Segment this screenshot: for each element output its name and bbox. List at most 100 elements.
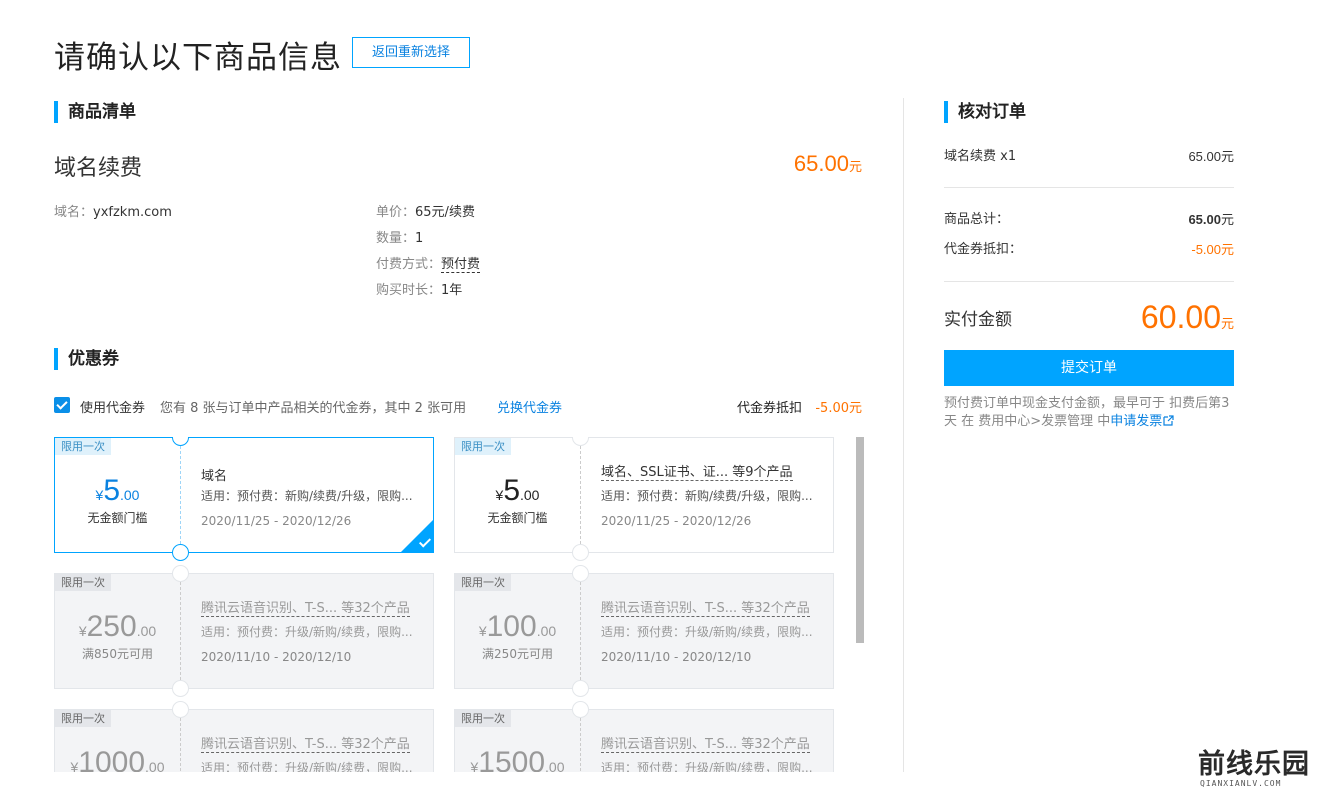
detail-value: 1年 (441, 283, 463, 298)
coupon-amount-int: 100 (486, 610, 537, 643)
coupon-amount: ¥1000.00 (55, 746, 180, 772)
coupon-tag: 限用一次 (55, 710, 111, 727)
coupon-heading: 优惠券 (54, 348, 119, 370)
detail-quantity: 数量：1 (376, 231, 423, 247)
coupon-card[interactable]: 限用一次 ¥1000.00 腾讯云语音识别、T-S... 等32个产品 适用：预… (54, 701, 434, 772)
coupon-threshold: 无金额门槛 (87, 511, 148, 525)
coupon-divider (580, 582, 581, 680)
coupon-threshold: 满250元可用 (482, 647, 553, 661)
coupon-notch (572, 565, 589, 582)
coupon-amount-int: 1000 (78, 746, 146, 772)
coupon-tag: 限用一次 (455, 574, 511, 591)
coupon-amount-dec: .00 (520, 487, 540, 503)
column-divider (903, 98, 904, 772)
product-price-value: 65.00 (793, 151, 849, 176)
summary-item-row: 域名续费 x1 65.00元 (944, 149, 1234, 165)
summary-total-unit: 元 (1220, 212, 1234, 227)
coupon-deduct-label: 代金券抵扣 (736, 401, 802, 416)
exchange-coupon-link[interactable]: 兑换代金券 (497, 397, 562, 416)
coupon-list: 限用一次 ¥5.00 无金额门槛 域名 适用：预付费：新购/续费/升级，限购..… (54, 437, 854, 772)
detail-unit-price: 单价：65元/续费 (376, 205, 475, 221)
coupon-amount-dec: .00 (136, 623, 157, 639)
coupon-scope: 适用：预付费：新购/续费/升级，限购... (601, 489, 813, 503)
coupon-card[interactable]: 限用一次 ¥100.00 满250元可用 腾讯云语音识别、T-S... 等32个… (454, 565, 834, 697)
watermark-text: 前线乐园 (1198, 749, 1310, 780)
summary-total-row: 商品总计： 65.00元 (944, 212, 1234, 228)
coupon-amount-dec: .00 (120, 487, 140, 503)
coupon-notch (572, 701, 589, 718)
coupon-divider (580, 718, 581, 772)
coupon-divider (180, 446, 181, 544)
coupon-date: 2020/11/10 - 2020/12/10 (201, 650, 352, 664)
coupon-yen: ¥ (478, 623, 487, 639)
coupon-scope: 适用：预付费：升级/新购/续费，限购... (601, 625, 813, 639)
coupon-notch (572, 544, 589, 561)
use-coupon-checkbox[interactable] (54, 397, 70, 413)
coupon-date: 2020/11/10 - 2020/12/10 (601, 650, 752, 664)
summary-coupon-label: 代金券抵扣： (944, 242, 1023, 257)
coupon-amount-dec: .00 (545, 759, 565, 772)
coupon-notch (572, 680, 589, 697)
coupon-card[interactable]: 限用一次 ¥1500.00 腾讯云语音识别、T-S... 等32个产品 适用：预… (454, 701, 834, 772)
product-name: 域名续费 (54, 156, 143, 181)
back-reselect-button[interactable]: 返回重新选择 (352, 37, 470, 68)
coupon-divider (180, 718, 181, 772)
detail-duration: 购买时长：1年 (376, 283, 462, 299)
coupon-card[interactable]: 限用一次 ¥5.00 无金额门槛 域名 适用：预付费：新购/续费/升级，限购..… (54, 437, 434, 561)
domain-label: 域名： (54, 205, 94, 220)
coupon-amount: ¥100.00 (455, 610, 580, 644)
coupon-tag: 限用一次 (455, 438, 511, 455)
external-link-icon[interactable] (1163, 415, 1174, 426)
pay-amount-label: 实付金额 (944, 310, 1012, 330)
apply-invoice-link[interactable]: 申请发票 (1110, 414, 1162, 429)
coupon-amount-int: 250 (86, 610, 137, 643)
order-review-heading: 核对订单 (944, 101, 1026, 123)
coupon-notch (172, 565, 189, 582)
summary-divider (944, 187, 1234, 188)
pay-amount-value: 60.00 (1140, 299, 1221, 335)
detail-value: 1 (415, 231, 424, 246)
detail-label: 数量： (376, 231, 416, 246)
coupon-deduct-value: -5.00元 (815, 401, 862, 416)
coupon-product-name[interactable]: 腾讯云语音识别、T-S... 等32个产品 (201, 737, 410, 753)
coupon-date: 2020/11/25 - 2020/12/26 (601, 514, 752, 528)
site-watermark: 前线乐园 QIANXIANLV.COM (1196, 742, 1314, 794)
coupon-notch (172, 544, 189, 561)
summary-item-value: 65.00元 (1188, 149, 1234, 164)
coupon-amount: ¥1500.00 (455, 746, 580, 772)
coupon-amount: ¥5.00 (455, 474, 580, 508)
watermark-sub: QIANXIANLV.COM (1200, 779, 1282, 788)
pay-amount: 60.00元 (1141, 299, 1234, 336)
coupon-info-text: 您有 8 张与订单中产品相关的代金券，其中 2 张可用 (160, 401, 467, 416)
detail-label: 付费方式： (376, 257, 442, 272)
coupon-scope: 适用：预付费：升级/新购/续费，限购... (601, 761, 813, 772)
coupon-product-name[interactable]: 腾讯云语音识别、T-S... 等32个产品 (201, 601, 410, 617)
coupon-divider (580, 446, 581, 544)
use-coupon-label[interactable]: 使用代金券 (80, 397, 145, 416)
coupon-notch (172, 680, 189, 697)
submit-order-button[interactable]: 提交订单 (944, 350, 1234, 386)
coupon-card[interactable]: 限用一次 ¥250.00 满850元可用 腾讯云语音识别、T-S... 等32个… (54, 565, 434, 697)
coupon-scope: 适用：预付费：升级/新购/续费，限购... (201, 625, 413, 639)
product-price-unit: 元 (848, 159, 862, 174)
coupon-yen: ¥ (78, 623, 87, 639)
coupon-notch (172, 701, 189, 718)
detail-label: 单价： (376, 205, 416, 220)
coupon-card[interactable]: 限用一次 ¥5.00 无金额门槛 域名、SSL证书、证... 等9个产品 适用：… (454, 437, 834, 561)
coupon-product-name[interactable]: 域名、SSL证书、证... 等9个产品 (601, 465, 793, 481)
coupon-product-name[interactable]: 腾讯云语音识别、T-S... 等32个产品 (601, 601, 810, 617)
summary-divider (944, 281, 1234, 282)
coupon-amount: ¥5.00 (55, 474, 180, 508)
page-title: 请确认以下商品信息 (54, 40, 342, 76)
domain-info: 域名：yxfzkm.com (54, 205, 172, 221)
coupon-amount-dec: .00 (145, 759, 165, 772)
payment-method-value[interactable]: 预付费 (441, 257, 481, 273)
coupon-amount-int: 5 (503, 474, 520, 507)
coupon-notch (572, 437, 589, 446)
coupon-scrollbar-thumb[interactable] (856, 437, 864, 643)
product-list-heading: 商品清单 (54, 101, 136, 123)
coupon-product-name[interactable]: 腾讯云语音识别、T-S... 等32个产品 (601, 737, 810, 753)
coupon-divider (180, 582, 181, 680)
detail-payment-method: 付费方式：预付费 (376, 257, 481, 273)
coupon-notch (172, 437, 189, 446)
